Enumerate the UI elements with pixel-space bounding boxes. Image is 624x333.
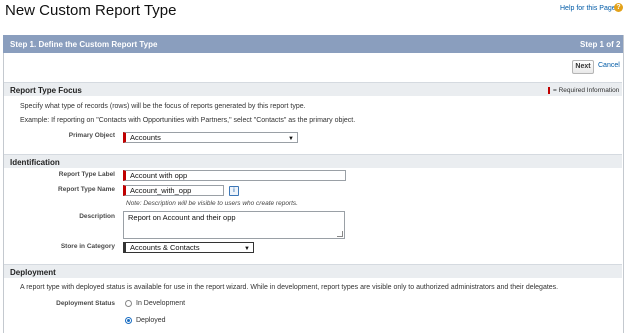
- section-title-focus: Report Type Focus: [10, 86, 82, 95]
- deployment-description: A report type with deployed status is av…: [20, 284, 559, 291]
- category-select[interactable]: Accounts & Contacts ▼: [123, 242, 254, 253]
- next-button[interactable]: Next: [572, 60, 594, 74]
- store-in-category-label: Store in Category: [60, 243, 115, 250]
- report-type-name-label: Report Type Name: [58, 186, 115, 193]
- required-legend: = Required Information: [553, 87, 620, 94]
- chevron-down-icon: ▼: [288, 136, 294, 142]
- radio-in-development[interactable]: [125, 300, 132, 307]
- description-label: Description: [79, 213, 115, 220]
- chevron-down-icon: ▼: [244, 246, 250, 252]
- description-value: Report on Account and their opp: [128, 213, 236, 222]
- radio-in-development-label: In Development: [136, 300, 186, 307]
- radio-deployed-label: Deployed: [136, 317, 166, 324]
- category-value: Accounts & Contacts: [130, 243, 200, 252]
- required-indicator-icon: [548, 87, 550, 94]
- section-header-deployment: [4, 264, 622, 278]
- radio-deployed[interactable]: [125, 317, 132, 324]
- primary-object-select[interactable]: Accounts ▼: [123, 132, 298, 143]
- info-icon[interactable]: i: [229, 186, 239, 196]
- focus-description: Specify what type of records (rows) will…: [20, 103, 306, 110]
- deployment-status-label: Deployment Status: [56, 300, 115, 307]
- resize-handle-icon[interactable]: [337, 231, 343, 237]
- help-link[interactable]: Help for this Page: [560, 5, 616, 12]
- question-icon[interactable]: ?: [614, 3, 623, 12]
- description-textarea[interactable]: Report on Account and their opp: [123, 211, 345, 239]
- report-type-label-label: Report Type Label: [58, 171, 115, 178]
- focus-example: Example: If reporting on "Contacts with …: [20, 117, 356, 124]
- section-header-identification: [4, 154, 622, 168]
- description-note: Note: Description will be visible to use…: [126, 200, 298, 207]
- section-header-focus: [4, 82, 622, 96]
- section-title-identification: Identification: [10, 158, 60, 167]
- page-title: New Custom Report Type: [5, 2, 177, 19]
- primary-object-value: Accounts: [130, 133, 161, 142]
- report-type-name-input[interactable]: Account_with_opp: [123, 185, 224, 196]
- cancel-link[interactable]: Cancel: [598, 62, 620, 69]
- step-title: Step 1. Define the Custom Report Type: [10, 40, 158, 49]
- primary-object-label: Primary Object: [68, 132, 115, 139]
- report-type-label-input[interactable]: Account with opp: [123, 170, 346, 181]
- section-title-deployment: Deployment: [10, 268, 56, 277]
- step-count: Step 1 of 2: [580, 40, 621, 49]
